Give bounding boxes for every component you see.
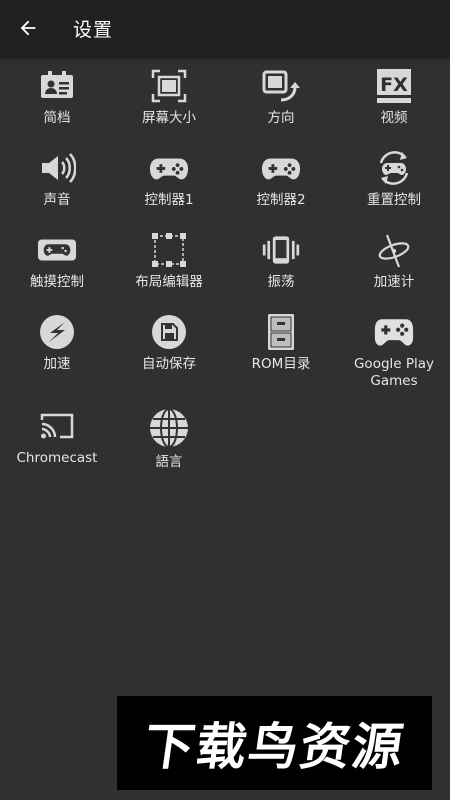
gamepad-icon xyxy=(261,158,301,180)
reset-gamepad-icon xyxy=(379,151,409,185)
tile-profile[interactable]: 简档 xyxy=(1,66,113,127)
page-title: 设置 xyxy=(73,18,114,41)
speaker-icon xyxy=(42,153,76,183)
touch-gamepad-icon xyxy=(37,239,77,261)
tile-rom-directory[interactable]: ROM目录 xyxy=(225,312,337,373)
tile-vibration[interactable]: 振荡 xyxy=(225,230,337,291)
speed-bolt-icon xyxy=(40,315,74,349)
tile-label: 屏幕大小 xyxy=(142,110,196,126)
rotate-icon xyxy=(262,70,300,102)
tile-label: Chromecast xyxy=(16,450,98,466)
profile-card-icon xyxy=(41,71,73,98)
vibrate-icon xyxy=(262,236,300,264)
tile-label: ROM目录 xyxy=(251,356,311,372)
tile-label: 振荡 xyxy=(267,274,295,290)
fx-video-icon: FX xyxy=(377,69,411,103)
tile-google-play-games[interactable]: Google Play Games xyxy=(338,312,450,390)
tile-autosave[interactable]: 自动保存 xyxy=(113,312,225,373)
tile-language[interactable]: 語言 xyxy=(113,406,225,471)
tile-video[interactable]: FX 视频 xyxy=(338,66,450,127)
tile-label: 語言 xyxy=(155,454,183,470)
tile-controller-1[interactable]: 控制器1 xyxy=(113,148,225,209)
app-bar: 设置 xyxy=(0,0,450,56)
tile-label: Google Play Games xyxy=(353,356,435,389)
tile-label: 加速计 xyxy=(373,274,415,290)
watermark-banner: 下载鸟资源 xyxy=(117,696,432,790)
tile-label: 重置控制 xyxy=(367,192,421,208)
tile-label: 控制器1 xyxy=(144,192,194,208)
tile-screen-size[interactable]: 屏幕大小 xyxy=(113,66,225,127)
tile-controller-2[interactable]: 控制器2 xyxy=(225,148,337,209)
back-button[interactable] xyxy=(0,0,56,56)
tile-orientation[interactable]: 方向 xyxy=(225,66,337,127)
tile-label: 方向 xyxy=(267,110,295,126)
cabinet-icon xyxy=(268,314,294,350)
gamepad-icon xyxy=(149,158,189,180)
globe-icon xyxy=(150,408,188,448)
tile-touch-controls[interactable]: 触摸控制 xyxy=(1,230,113,291)
tile-label: 自动保存 xyxy=(142,356,196,372)
tile-chromecast[interactable]: Chromecast xyxy=(1,406,113,467)
tile-sound[interactable]: 声音 xyxy=(1,148,113,209)
tile-reset-controls[interactable]: 重置控制 xyxy=(338,148,450,209)
layout-editor-icon xyxy=(152,233,186,267)
tile-label: 视频 xyxy=(380,110,408,126)
tile-label: 声音 xyxy=(43,192,71,208)
tile-label: 触摸控制 xyxy=(30,274,84,290)
svg-text:FX: FX xyxy=(380,74,408,96)
tile-label: 控制器2 xyxy=(256,192,306,208)
cast-icon xyxy=(40,413,74,439)
tile-layout-editor[interactable]: 布局编辑器 xyxy=(113,230,225,291)
controller-icon xyxy=(374,319,414,346)
tile-label: 布局编辑器 xyxy=(135,274,203,290)
tile-label: 加速 xyxy=(43,356,71,372)
arrow-left-icon xyxy=(20,20,36,36)
settings-screen: 设置 简档 屏幕大小 方向 FX 视频 声音 控制器1 控制器2 重置控制 触摸… xyxy=(0,0,450,800)
tile-speed[interactable]: 加速 xyxy=(1,312,113,373)
watermark-text: 下载鸟资源 xyxy=(139,718,409,776)
tile-accelerometer[interactable]: 加速计 xyxy=(338,230,450,291)
tile-label: 简档 xyxy=(43,110,71,126)
save-icon xyxy=(152,315,186,349)
accelerometer-icon xyxy=(378,234,410,268)
screen-size-icon xyxy=(151,69,187,103)
